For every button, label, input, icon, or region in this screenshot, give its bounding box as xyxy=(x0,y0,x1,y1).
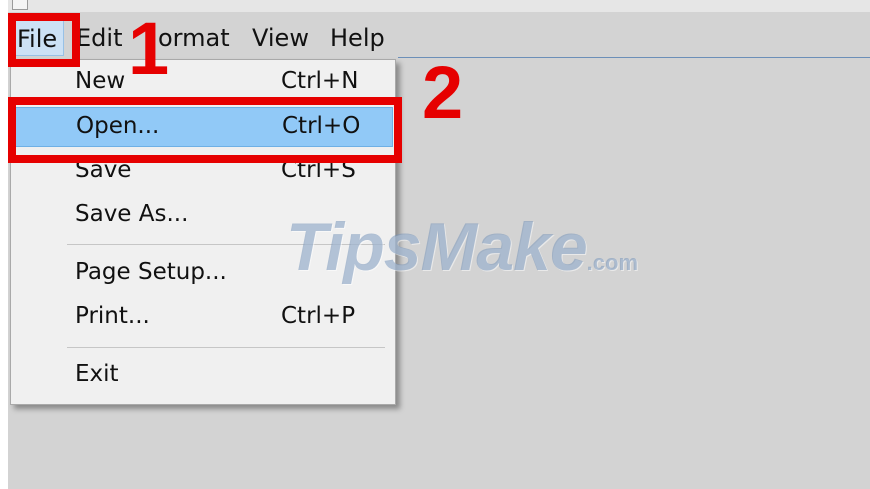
menu-item-label: Print... xyxy=(75,303,150,329)
menu-item-label: New xyxy=(75,68,126,94)
step-number-2: 2 xyxy=(422,51,464,134)
callout-box-open xyxy=(8,97,402,163)
step-number-1: 1 xyxy=(128,7,170,90)
menu-item-label: Exit xyxy=(75,361,119,387)
watermark-suffix: .com xyxy=(586,250,639,275)
menubar-divider xyxy=(398,57,870,58)
menu-item-exit[interactable]: Exit xyxy=(13,356,393,396)
notepad-window: File Edit ormat View Help New Ctrl+N Ope… xyxy=(8,0,870,489)
menu-item-label: Save As... xyxy=(75,201,189,227)
menu-help[interactable]: Help xyxy=(324,20,391,56)
watermark-brand: TipsMake xyxy=(286,209,588,285)
menu-view[interactable]: View xyxy=(246,20,315,56)
menu-item-shortcut: Ctrl+P xyxy=(281,303,356,329)
menu-item-shortcut: Ctrl+N xyxy=(281,68,359,94)
app-icon xyxy=(12,0,28,10)
callout-box-file xyxy=(8,13,80,67)
menu-item-print[interactable]: Print... Ctrl+P xyxy=(13,298,393,338)
menu-item-label: Page Setup... xyxy=(75,259,227,285)
watermark-logo: TipsMake.com xyxy=(286,208,638,288)
menu-separator xyxy=(67,347,385,348)
